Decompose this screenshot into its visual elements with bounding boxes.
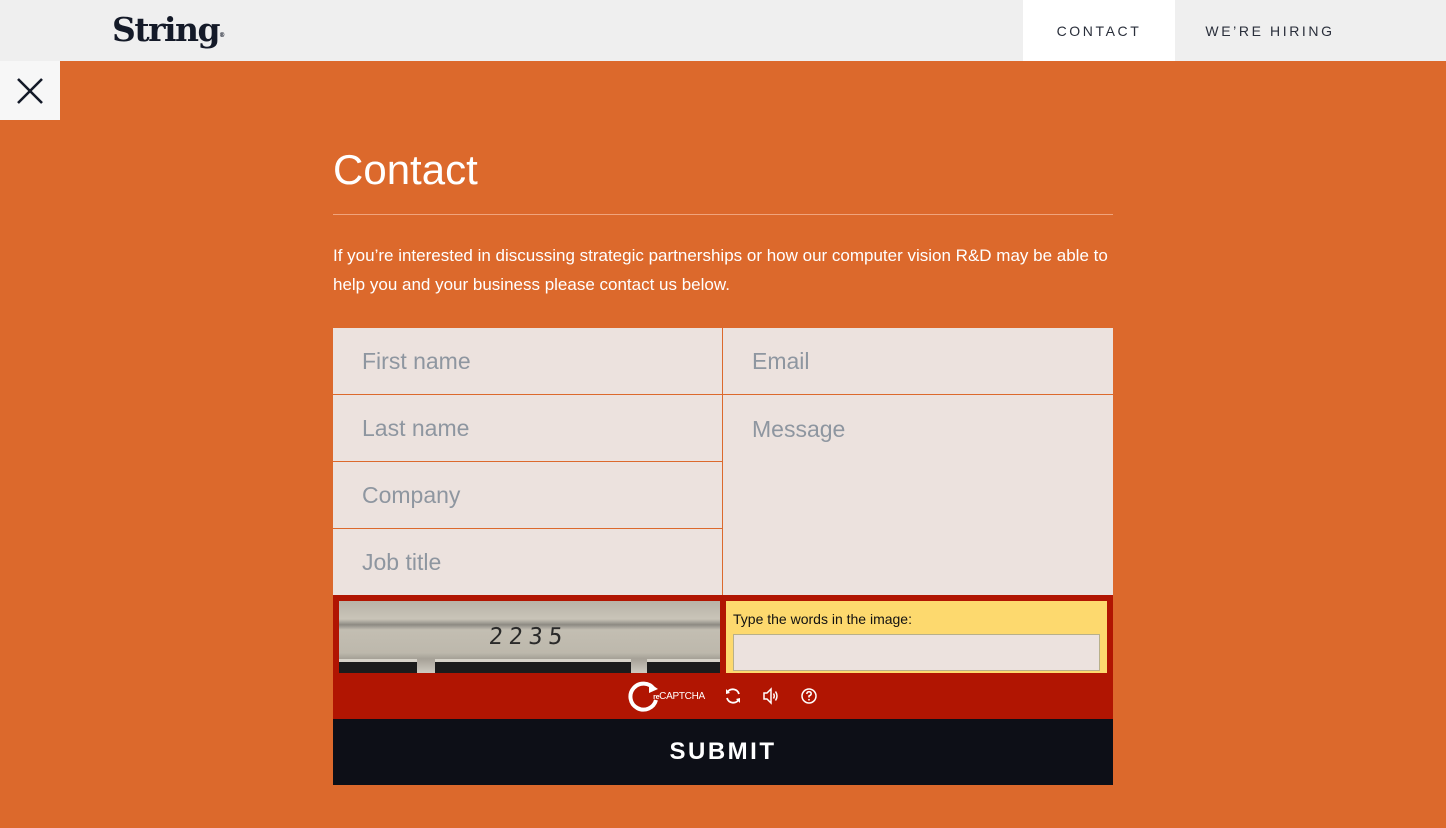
top-bar: String® CONTACT WE’RE HIRING [0, 0, 1446, 61]
logo-registered-mark: ® [219, 32, 226, 39]
logo-text: String [112, 10, 221, 49]
job-title-input[interactable] [333, 529, 722, 595]
captcha-image: 2235 [339, 601, 720, 673]
submit-button[interactable]: SUBMIT [333, 719, 1113, 785]
recaptcha-logo: reCAPTCHA [627, 679, 705, 713]
captcha-refresh-button[interactable] [723, 686, 743, 706]
page-title: Contact [333, 146, 478, 193]
first-name-input[interactable] [333, 328, 722, 394]
captcha-image-detail [435, 659, 631, 673]
captcha-image-detail [339, 659, 417, 673]
close-button[interactable] [0, 61, 60, 120]
string-logo[interactable]: String® [112, 10, 225, 50]
nav-were-hiring[interactable]: WE’RE HIRING [1175, 0, 1365, 61]
captcha-controls: reCAPTCHA [333, 679, 1113, 713]
captcha-response-input[interactable] [733, 634, 1100, 671]
title-divider [333, 214, 1113, 215]
nav-contact[interactable]: CONTACT [1023, 0, 1175, 61]
close-icon [17, 77, 43, 104]
email-input[interactable] [723, 328, 1113, 394]
recaptcha-logo-text: CAPTCHA [659, 690, 705, 702]
intro-text: If you’re interested in discussing strat… [333, 246, 1108, 294]
refresh-icon [725, 688, 740, 704]
captcha-image-detail [647, 659, 720, 673]
help-icon [801, 688, 817, 704]
captcha-prompt-label: Type the words in the image: [733, 611, 912, 627]
company-input[interactable] [333, 462, 722, 528]
captcha-prompt-box: Type the words in the image: [726, 601, 1107, 673]
message-textarea[interactable] [723, 395, 1113, 595]
recaptcha-brand: reCAPTCHA [653, 691, 705, 702]
captcha-audio-button[interactable] [761, 686, 781, 706]
audio-icon [763, 687, 778, 705]
captcha-image-text: 2235 [487, 624, 570, 650]
recaptcha-widget: 2235 Type the words in the image: reCAPT… [333, 595, 1113, 719]
captcha-help-button[interactable] [799, 686, 819, 706]
last-name-input[interactable] [333, 395, 722, 461]
